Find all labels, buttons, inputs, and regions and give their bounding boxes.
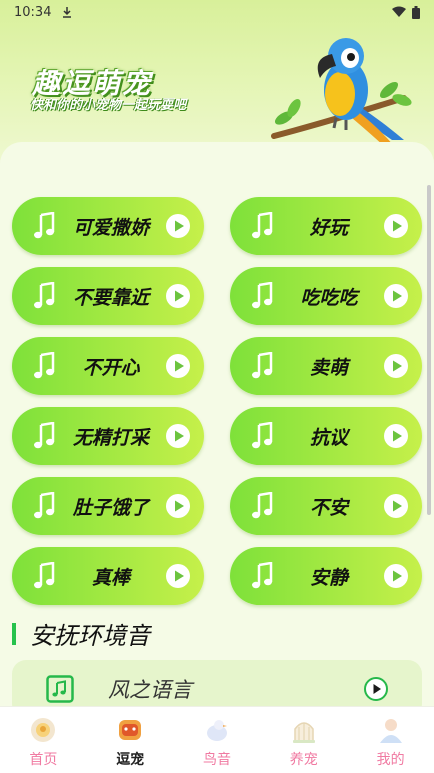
sound-button[interactable]: 安静 bbox=[230, 547, 422, 605]
music-note-icon bbox=[34, 422, 55, 449]
bird-icon bbox=[206, 720, 227, 741]
section-accent-bar bbox=[12, 622, 16, 645]
nav-label: 逗宠 bbox=[116, 752, 145, 768]
sound-button[interactable]: 不安 bbox=[230, 477, 422, 535]
wifi-icon bbox=[392, 6, 406, 17]
main-content: 可爱撒娇 好玩 不要靠近 吃吃吃 不开心 卖萌 无精打采 抗议 肚子饿了 不安 … bbox=[0, 142, 434, 718]
sound-button[interactable]: 吃吃吃 bbox=[230, 267, 422, 325]
home-icon bbox=[31, 718, 56, 742]
sound-label: 无精打采 bbox=[72, 426, 149, 449]
sound-button[interactable]: 抗议 bbox=[230, 407, 422, 465]
play-icon bbox=[384, 284, 408, 308]
sound-label: 抗议 bbox=[309, 426, 348, 449]
sound-button[interactable]: 肚子饿了 bbox=[12, 477, 204, 535]
status-time: 10:34 bbox=[14, 4, 52, 20]
music-note-icon bbox=[34, 212, 55, 239]
nav-item-profile[interactable]: 我的 bbox=[347, 707, 434, 773]
section-title: 安抚环境音 bbox=[30, 622, 150, 650]
sound-label: 不安 bbox=[309, 496, 348, 519]
hero-subtitle: 快和你的小宠物一起玩耍吧 bbox=[30, 98, 187, 113]
bottom-navigation: 首页 逗宠 鸟音 养宠 我的 bbox=[0, 706, 434, 773]
scrollbar[interactable] bbox=[427, 185, 431, 515]
music-note-icon bbox=[34, 282, 55, 309]
sound-label: 肚子饿了 bbox=[72, 496, 149, 519]
nav-item-bird-sound[interactable]: 鸟音 bbox=[174, 707, 261, 773]
sound-label: 不开心 bbox=[82, 356, 140, 379]
nav-item-pet-care[interactable]: 养宠 bbox=[260, 707, 347, 773]
music-note-icon bbox=[252, 562, 273, 589]
status-bar: 10:34 bbox=[0, 0, 434, 24]
download-icon bbox=[63, 7, 72, 18]
profile-icon bbox=[379, 719, 402, 743]
music-note-icon bbox=[34, 492, 55, 519]
music-note-icon bbox=[252, 212, 273, 239]
nav-label: 鸟音 bbox=[202, 752, 231, 768]
sound-label: 可爱撒娇 bbox=[72, 216, 149, 239]
music-note-icon bbox=[34, 352, 55, 379]
sound-label: 好玩 bbox=[309, 216, 348, 239]
music-note-icon bbox=[252, 352, 273, 379]
nav-label: 首页 bbox=[29, 752, 58, 768]
ambient-section-header: 安抚环境音 bbox=[12, 616, 150, 651]
music-note-icon bbox=[46, 675, 74, 703]
sound-button[interactable]: 卖萌 bbox=[230, 337, 422, 395]
play-icon bbox=[384, 354, 408, 378]
play-icon bbox=[166, 564, 190, 588]
sound-button-grid: 可爱撒娇 好玩 不要靠近 吃吃吃 不开心 卖萌 无精打采 抗议 肚子饿了 不安 … bbox=[12, 197, 422, 605]
nav-item-home[interactable]: 首页 bbox=[0, 707, 87, 773]
music-note-icon bbox=[252, 422, 273, 449]
play-icon[interactable] bbox=[364, 677, 388, 701]
sound-button[interactable]: 可爱撒娇 bbox=[12, 197, 204, 255]
play-icon bbox=[384, 214, 408, 238]
nav-label: 我的 bbox=[376, 752, 405, 768]
play-icon bbox=[166, 354, 190, 378]
music-note-icon bbox=[252, 282, 273, 309]
nav-label: 养宠 bbox=[289, 752, 318, 768]
sound-label: 卖萌 bbox=[309, 356, 348, 379]
sound-button[interactable]: 无精打采 bbox=[12, 407, 204, 465]
nav-item-pet-play[interactable]: 逗宠 bbox=[87, 707, 174, 773]
parrot-illustration bbox=[271, 38, 412, 146]
play-icon bbox=[166, 424, 190, 448]
birdcage-icon bbox=[292, 722, 315, 743]
sound-button[interactable]: 好玩 bbox=[230, 197, 422, 255]
play-icon bbox=[384, 494, 408, 518]
battery-icon bbox=[412, 5, 420, 19]
sound-label: 安静 bbox=[309, 566, 348, 589]
sound-button[interactable]: 不开心 bbox=[12, 337, 204, 395]
sound-button[interactable]: 真棒 bbox=[12, 547, 204, 605]
hero-banner: 趣逗萌宠 快和你的小宠物一起玩耍吧 bbox=[0, 0, 434, 160]
play-icon bbox=[166, 214, 190, 238]
music-note-icon bbox=[252, 492, 273, 519]
ambient-sound-label: 风之语言 bbox=[108, 678, 192, 702]
sound-button[interactable]: 不要靠近 bbox=[12, 267, 204, 325]
music-note-icon bbox=[34, 562, 55, 589]
sound-label: 真棒 bbox=[91, 566, 130, 589]
play-icon bbox=[384, 564, 408, 588]
pet-play-icon bbox=[119, 720, 142, 740]
play-icon bbox=[384, 424, 408, 448]
sound-label: 吃吃吃 bbox=[300, 286, 358, 309]
play-icon bbox=[166, 284, 190, 308]
play-icon bbox=[166, 494, 190, 518]
sound-label: 不要靠近 bbox=[72, 286, 149, 309]
